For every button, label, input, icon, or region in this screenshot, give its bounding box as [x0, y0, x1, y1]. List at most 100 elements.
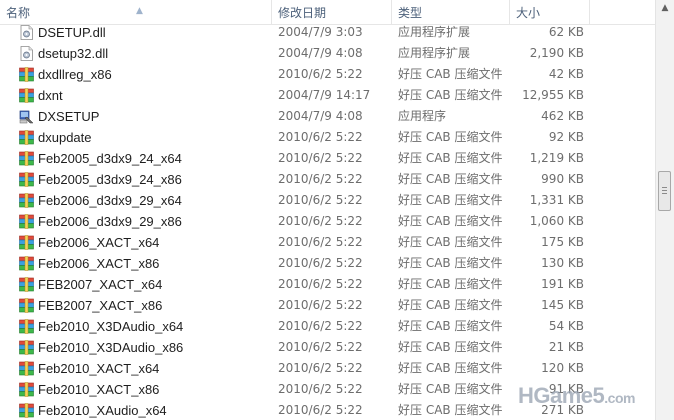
cab-archive-icon	[19, 361, 34, 376]
file-name-cell[interactable]: DXSETUP	[18, 106, 268, 127]
file-date: 2010/6/2 5:22	[278, 151, 363, 165]
vertical-scrollbar[interactable]: ▲	[655, 0, 674, 420]
file-size: 12,955 KB	[522, 88, 584, 102]
cab-archive-icon	[19, 340, 34, 355]
file-name-cell[interactable]: dxupdate	[18, 127, 268, 148]
file-name-cell[interactable]: Feb2010_XACT_x86	[18, 379, 268, 400]
cab-archive-icon	[19, 298, 34, 313]
file-type: 好压 CAB 压缩文件	[398, 67, 503, 81]
cab-archive-icon	[19, 172, 34, 187]
cab-archive-icon	[19, 214, 34, 229]
file-date: 2010/6/2 5:22	[278, 277, 363, 291]
file-name: DXSETUP	[38, 109, 100, 124]
file-type: 好压 CAB 压缩文件	[398, 403, 503, 417]
file-name-cell[interactable]: Feb2006_d3dx9_29_x86	[18, 211, 268, 232]
file-type: 好压 CAB 压缩文件	[398, 340, 503, 354]
file-list: DSETUP.dll 2004/7/9 3:03 应用程序扩展 62 KB dsetup…	[0, 22, 655, 420]
file-name-cell[interactable]: Feb2010_X3DAudio_x86	[18, 337, 268, 358]
file-date: 2010/6/2 5:22	[278, 340, 363, 354]
file-row[interactable]: Feb2006_XACT_x64 2010/6/2 5:22 好压 CAB 压缩文件…	[0, 232, 655, 253]
file-size: 120 KB	[541, 361, 584, 375]
file-name-cell[interactable]: dsetup32.dll	[18, 43, 268, 64]
cab-archive-icon	[19, 235, 34, 250]
scrollbar-thumb[interactable]	[658, 171, 671, 211]
cab-archive-icon	[19, 67, 34, 82]
file-name-cell[interactable]: Feb2006_d3dx9_29_x64	[18, 190, 268, 211]
file-type: 好压 CAB 压缩文件	[398, 172, 503, 186]
file-name: Feb2006_d3dx9_29_x64	[38, 193, 182, 208]
file-name-cell[interactable]: Feb2010_XAudio_x64	[18, 400, 268, 420]
file-row[interactable]: Feb2010_X3DAudio_x64 2010/6/2 5:22 好压 CAB …	[0, 316, 655, 337]
file-row[interactable]: DSETUP.dll 2004/7/9 3:03 应用程序扩展 62 KB	[0, 22, 655, 43]
file-name-cell[interactable]: Feb2010_X3DAudio_x64	[18, 316, 268, 337]
file-name-cell[interactable]: Feb2010_XACT_x64	[18, 358, 268, 379]
file-row[interactable]: FEB2007_XACT_x64 2010/6/2 5:22 好压 CAB 压缩文件…	[0, 274, 655, 295]
file-type: 应用程序扩展	[398, 46, 471, 60]
file-row[interactable]: dsetup32.dll 2004/7/9 4:08 应用程序扩展 2,190 KB	[0, 43, 655, 64]
file-name-cell[interactable]: Feb2006_XACT_x86	[18, 253, 268, 274]
file-name: FEB2007_XACT_x86	[38, 298, 163, 313]
column-header-size[interactable]: 大小	[510, 0, 590, 24]
file-name: dsetup32.dll	[38, 46, 109, 61]
file-name-cell[interactable]: FEB2007_XACT_x64	[18, 274, 268, 295]
cab-archive-icon	[19, 382, 34, 397]
cab-archive-icon	[19, 256, 34, 271]
file-row[interactable]: Feb2005_d3dx9_24_x86 2010/6/2 5:22 好压 CAB …	[0, 169, 655, 190]
file-name-cell[interactable]: Feb2005_d3dx9_24_x64	[18, 148, 268, 169]
file-type: 好压 CAB 压缩文件	[398, 130, 503, 144]
cab-archive-icon	[19, 130, 34, 145]
cab-archive-icon	[19, 319, 34, 334]
file-date: 2010/6/2 5:22	[278, 172, 363, 186]
file-row[interactable]: dxnt 2004/7/9 14:17 好压 CAB 压缩文件 12,955 KB	[0, 85, 655, 106]
file-row[interactable]: Feb2006_XACT_x86 2010/6/2 5:22 好压 CAB 压缩文件…	[0, 253, 655, 274]
file-size: 175 KB	[541, 235, 584, 249]
file-type: 好压 CAB 压缩文件	[398, 298, 503, 312]
file-row[interactable]: Feb2010_X3DAudio_x86 2010/6/2 5:22 好压 CAB …	[0, 337, 655, 358]
scroll-up-arrow-icon[interactable]: ▲	[656, 0, 674, 17]
file-name-cell[interactable]: Feb2006_XACT_x64	[18, 232, 268, 253]
file-row[interactable]: Feb2005_d3dx9_24_x64 2010/6/2 5:22 好压 CAB …	[0, 148, 655, 169]
file-date: 2010/6/2 5:22	[278, 403, 363, 417]
file-type: 好压 CAB 压缩文件	[398, 256, 503, 270]
file-name-cell[interactable]: DSETUP.dll	[18, 22, 268, 43]
file-row[interactable]: Feb2006_d3dx9_29_x64 2010/6/2 5:22 好压 CAB …	[0, 190, 655, 211]
cab-archive-icon	[19, 151, 34, 166]
file-date: 2010/6/2 5:22	[278, 361, 363, 375]
file-name-cell[interactable]: Feb2005_d3dx9_24_x86	[18, 169, 268, 190]
file-row[interactable]: FEB2007_XACT_x86 2010/6/2 5:22 好压 CAB 压缩文件…	[0, 295, 655, 316]
thumb-grip-line	[662, 187, 667, 188]
watermark-main: HGame5	[518, 383, 605, 408]
cab-archive-icon	[19, 403, 34, 418]
column-header-name[interactable]: 名称 ▲	[0, 0, 272, 24]
file-row[interactable]: DXSETUP 2004/7/9 4:08 应用程序 462 KB	[0, 106, 655, 127]
file-date: 2004/7/9 14:17	[278, 88, 371, 102]
file-type: 好压 CAB 压缩文件	[398, 193, 503, 207]
column-header-type[interactable]: 类型	[392, 0, 510, 24]
file-size: 62 KB	[548, 25, 584, 39]
file-row[interactable]: dxdllreg_x86 2010/6/2 5:22 好压 CAB 压缩文件 42 K…	[0, 64, 655, 85]
file-date: 2010/6/2 5:22	[278, 298, 363, 312]
file-row[interactable]: dxupdate 2010/6/2 5:22 好压 CAB 压缩文件 92 KB	[0, 127, 655, 148]
file-size: 191 KB	[541, 277, 584, 291]
file-type: 应用程序扩展	[398, 25, 471, 39]
file-date: 2004/7/9 4:08	[278, 46, 363, 60]
file-date: 2010/6/2 5:22	[278, 67, 363, 81]
file-name-cell[interactable]: dxnt	[18, 85, 268, 106]
column-header-date[interactable]: 修改日期	[272, 0, 392, 24]
file-name: DSETUP.dll	[38, 25, 106, 40]
file-name: Feb2010_XACT_x64	[38, 361, 160, 376]
file-name: Feb2006_XACT_x86	[38, 256, 160, 271]
file-row[interactable]: Feb2006_d3dx9_29_x86 2010/6/2 5:22 好压 CAB …	[0, 211, 655, 232]
file-name-cell[interactable]: dxdllreg_x86	[18, 64, 268, 85]
file-size: 1,219 KB	[529, 151, 584, 165]
file-type: 好压 CAB 压缩文件	[398, 277, 503, 291]
dll-icon	[19, 46, 34, 61]
file-name: Feb2006_XACT_x64	[38, 235, 160, 250]
watermark-logo: HGame5.com	[518, 383, 635, 409]
file-name: Feb2010_X3DAudio_x86	[38, 340, 184, 355]
file-row[interactable]: Feb2010_XACT_x64 2010/6/2 5:22 好压 CAB 压缩文件…	[0, 358, 655, 379]
dll-icon	[19, 25, 34, 40]
file-name-cell[interactable]: FEB2007_XACT_x86	[18, 295, 268, 316]
thumb-grip-line	[662, 190, 667, 191]
file-date: 2010/6/2 5:22	[278, 319, 363, 333]
